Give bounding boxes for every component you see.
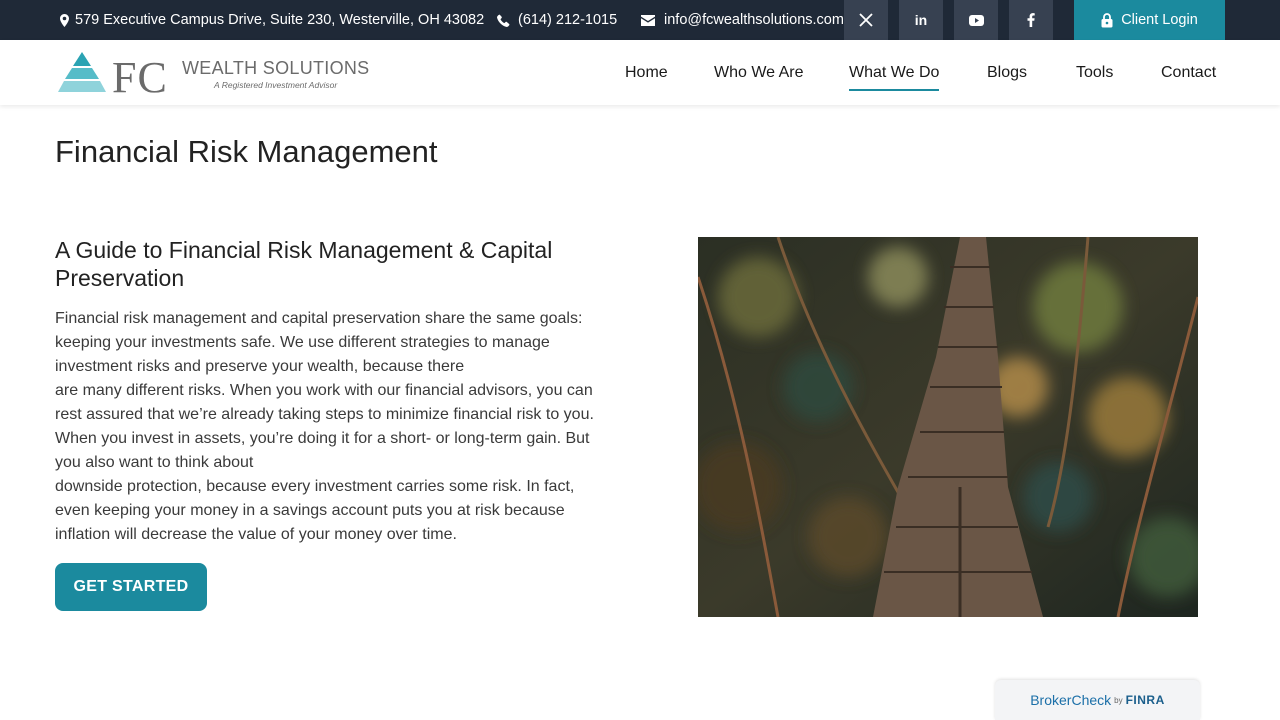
page-title: Financial Risk Management: [55, 134, 438, 169]
address-info[interactable]: 579 Executive Campus Drive, Suite 230, W…: [60, 0, 484, 40]
body-paragraph: Financial risk management and capital pr…: [55, 307, 615, 547]
body-line: even keeping your money in a savings acc…: [55, 502, 565, 519]
envelope-icon: [641, 14, 655, 26]
nav-tools[interactable]: Tools: [1076, 40, 1113, 105]
body-line: When you invest in assets, you’re doing …: [55, 430, 590, 447]
section-title: A Guide to Financial Risk Management & C…: [55, 237, 553, 291]
pyramid-logo-icon: [58, 52, 106, 92]
brokercheck-finra: FINRA: [1125, 693, 1165, 707]
body-line: keeping your investments safe. We use di…: [55, 334, 550, 351]
rope-bridge-illustration: [698, 237, 1198, 617]
body-line: rest assured that we’re already taking s…: [55, 406, 594, 423]
body-line: are many different risks. When you work …: [55, 382, 593, 399]
map-pin-icon: [60, 13, 69, 27]
email-text: info@fcwealthsolutions.com: [664, 12, 844, 28]
linkedin-link[interactable]: in: [899, 0, 943, 40]
top-utility-bar: 579 Executive Campus Drive, Suite 230, W…: [0, 0, 1280, 40]
client-login-label: Client Login: [1121, 12, 1198, 28]
youtube-icon: [968, 14, 984, 26]
body-line: you also want to think about: [55, 454, 254, 471]
brokercheck-label: BrokerCheck: [1030, 692, 1112, 708]
linkedin-icon: in: [914, 12, 928, 28]
nav-who-we-are[interactable]: Who We Are: [714, 40, 804, 105]
facebook-icon: [1027, 13, 1035, 27]
site-logo[interactable]: FC WEALTH SOLUTIONS A Registered Investm…: [56, 50, 369, 102]
body-line: downside protection, because every inves…: [55, 478, 575, 495]
logo-company-name: WEALTH SOLUTIONS: [182, 58, 370, 78]
logo-tagline: A Registered Investment Advisor: [214, 80, 338, 90]
site-header: FC WEALTH SOLUTIONS A Registered Investm…: [0, 40, 1280, 105]
brokercheck-badge[interactable]: BrokerCheck by FINRA: [995, 680, 1200, 720]
phone-icon: [497, 14, 510, 27]
nav-home[interactable]: Home: [625, 40, 668, 105]
body-line: Financial risk management and capital pr…: [55, 310, 583, 327]
body-line: inflation will decrease the value of you…: [55, 526, 457, 543]
facebook-link[interactable]: [1009, 0, 1053, 40]
logo-mark-text: FC: [112, 53, 168, 102]
nav-contact[interactable]: Contact: [1161, 40, 1216, 105]
get-started-button[interactable]: GET STARTED: [55, 563, 207, 611]
body-line: investment risks and preserve your wealt…: [55, 358, 465, 375]
client-login-button[interactable]: Client Login: [1074, 0, 1225, 40]
rope-bridge-photo: [698, 237, 1198, 617]
x-twitter-link[interactable]: [844, 0, 888, 40]
email-info[interactable]: info@fcwealthsolutions.com: [641, 0, 844, 40]
nav-blogs[interactable]: Blogs: [987, 40, 1027, 105]
x-twitter-icon: [859, 13, 873, 27]
phone-info[interactable]: (614) 212-1015: [497, 0, 617, 40]
brokercheck-by: by: [1114, 695, 1123, 705]
phone-text: (614) 212-1015: [518, 12, 618, 28]
youtube-link[interactable]: [954, 0, 998, 40]
nav-what-we-do[interactable]: What We Do: [849, 40, 940, 105]
lock-icon: [1101, 12, 1113, 27]
address-text: 579 Executive Campus Drive, Suite 230, W…: [75, 12, 485, 28]
